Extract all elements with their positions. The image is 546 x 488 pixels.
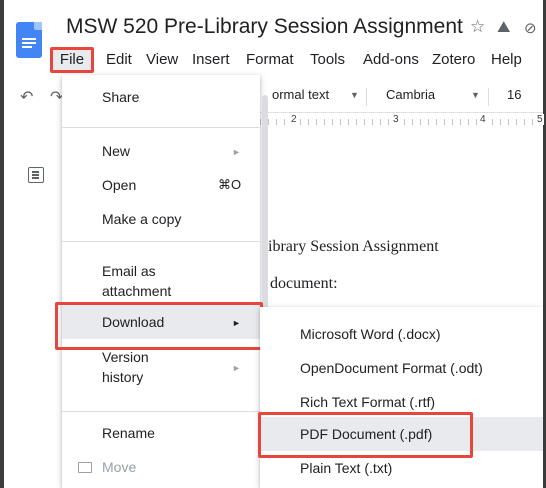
submenu-arrow-icon: ► [232, 363, 241, 373]
file-menu: Share New ► Open ⌘O Make a copy Email as… [62, 75, 260, 488]
download-submenu: Microsoft Word (.docx) OpenDocument Form… [260, 307, 543, 488]
menu-item-label-line: Email as [102, 263, 156, 279]
submenu-arrow-icon: ► [232, 147, 241, 157]
menu-tools[interactable]: Tools [310, 48, 345, 72]
menu-format[interactable]: Format [246, 48, 294, 72]
document-text: document: [270, 275, 338, 292]
toolbar-divider [366, 88, 367, 106]
menu-item-label: Share [102, 89, 140, 105]
star-icon[interactable]: ☆ [470, 17, 485, 37]
menu-zotero[interactable]: Zotero [432, 48, 475, 72]
menu-addons[interactable]: Add-ons [363, 48, 419, 72]
document-heading: ibrary Session Assignment [268, 238, 439, 255]
docs-logo-icon[interactable] [16, 22, 42, 58]
menu-edit[interactable]: Edit [106, 48, 132, 72]
font-size-input[interactable]: 16 [507, 87, 521, 102]
ruler-number: 3 [392, 114, 400, 125]
file-menu-email-attachment[interactable]: Email as attachment [62, 255, 260, 305]
file-menu-make-copy[interactable]: Make a copy [62, 205, 260, 235]
download-docx[interactable]: Microsoft Word (.docx) [260, 317, 543, 351]
undo-icon[interactable]: ↶ [20, 87, 33, 107]
download-highlight-box [55, 302, 263, 350]
font-family-select[interactable]: Cambria [386, 87, 435, 102]
menu-item-label: Rename [102, 425, 155, 441]
menu-item-label: Make a copy [102, 211, 182, 227]
pdf-highlight-box [258, 412, 473, 458]
menu-item-label: Version history [102, 347, 149, 387]
file-menu-open[interactable]: Open ⌘O [62, 171, 260, 201]
file-menu-rename[interactable]: Rename [62, 421, 260, 451]
menu-view[interactable]: View [146, 48, 178, 72]
menu-item-label: New [102, 143, 131, 159]
file-menu-version-history[interactable]: Version history ► [62, 345, 260, 389]
document-outline-icon[interactable] [28, 167, 44, 183]
menu-item-label-line: attachment [102, 283, 172, 299]
menu-item-label: Move [102, 459, 137, 475]
ruler[interactable]: 2 3 4 5 [260, 112, 544, 130]
menu-item-label: Open [102, 177, 137, 193]
menu-item-label-line: Version [102, 349, 149, 365]
menu-item-label: Rich Text Format (.rtf) [300, 394, 436, 410]
menu-item-label: Plain Text (.txt) [300, 460, 393, 476]
file-menu-move[interactable]: Move [62, 455, 260, 485]
chevron-down-icon[interactable]: ▼ [350, 90, 359, 100]
move-to-drive-icon[interactable]: ⛰ [497, 19, 510, 37]
ruler-number: 4 [479, 114, 487, 125]
window-frame-left [0, 0, 4, 488]
menu-help[interactable]: Help [491, 48, 522, 72]
chevron-down-icon[interactable]: ▼ [471, 90, 480, 100]
menu-insert[interactable]: Insert [192, 48, 230, 72]
ruler-ticks [260, 119, 543, 125]
download-odt[interactable]: OpenDocument Format (.odt) [260, 351, 543, 385]
shortcut-label: ⌘O [218, 177, 242, 192]
paragraph-style-select[interactable]: ormal text [272, 87, 329, 102]
menu-file[interactable]: File [50, 47, 94, 73]
menu-item-label: Microsoft Word (.docx) [300, 326, 441, 342]
toolbar-divider [488, 88, 489, 106]
folder-move-icon [78, 462, 92, 473]
ruler-number: 5 [536, 114, 544, 125]
menu-item-label: Email as attachment [102, 261, 171, 301]
menu-separator [62, 127, 260, 128]
menu-separator [62, 241, 260, 242]
file-menu-share[interactable]: Share [62, 75, 260, 119]
cloud-status-icon[interactable]: ⊘ [524, 19, 537, 37]
document-title[interactable]: MSW 520 Pre-Library Session Assignment [66, 15, 463, 39]
ruler-number: 2 [290, 114, 298, 125]
file-menu-new[interactable]: New ► [62, 137, 260, 167]
menu-item-label-line: history [102, 369, 144, 385]
menu-separator [62, 411, 260, 412]
menu-item-label: OpenDocument Format (.odt) [300, 360, 483, 376]
